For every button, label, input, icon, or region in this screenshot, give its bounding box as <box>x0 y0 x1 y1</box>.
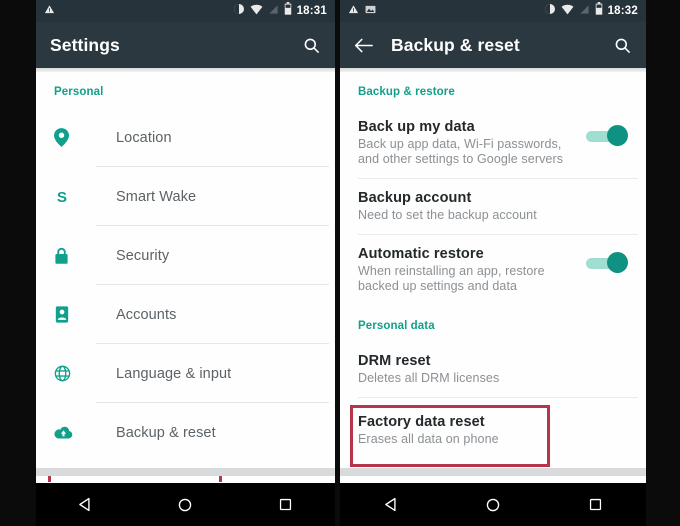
search-icon[interactable] <box>302 36 321 55</box>
list-item-subtitle: Deletes all DRM licenses <box>358 371 500 385</box>
wifi-icon <box>250 2 263 20</box>
toggle-back-up-my-data[interactable] <box>586 125 628 147</box>
list-item-title: Backup account <box>358 190 472 206</box>
page-title: Settings <box>50 34 120 55</box>
right-navigation-bar[interactable] <box>340 482 646 526</box>
sidebar-item-label: Accounts <box>116 306 177 323</box>
recents-square-icon[interactable] <box>565 483 625 526</box>
left-app-bar: Settings <box>36 22 335 68</box>
sidebar-item-label: Location <box>116 129 172 146</box>
section-header-personal: Personal <box>54 86 104 98</box>
right-app-bar: Backup & reset <box>340 22 646 68</box>
list-item-title: Back up my data <box>358 119 475 135</box>
compression-band <box>340 468 646 476</box>
back-arrow-icon[interactable] <box>354 37 373 54</box>
toggle-knob <box>607 252 628 273</box>
right-status-bar: 18:32 <box>340 0 646 22</box>
search-icon[interactable] <box>613 36 632 55</box>
svg-text:S: S <box>57 189 67 206</box>
recents-square-icon[interactable] <box>255 483 315 526</box>
list-item-automatic-restore[interactable]: Automatic restore When reinstalling an a… <box>340 235 646 306</box>
list-item-subtitle: When reinstalling an app, restore backed… <box>358 264 545 293</box>
wifi-icon <box>561 2 574 20</box>
sidebar-item-accounts[interactable]: Accounts <box>36 285 335 344</box>
account-badge-icon <box>54 305 84 324</box>
list-item-factory-data-reset[interactable]: Factory data reset Erases all data on ph… <box>340 398 646 471</box>
sidebar-item-label: Smart Wake <box>116 188 197 205</box>
dnd-icon <box>544 2 556 20</box>
lock-icon <box>54 246 84 265</box>
page-title: Backup & reset <box>391 34 520 55</box>
list-item-back-up-my-data[interactable]: Back up my data Back up app data, Wi-Fi … <box>340 108 646 179</box>
list-item-subtitle: Need to set the backup account <box>358 208 537 222</box>
left-status-bar: 18:31 <box>36 0 335 22</box>
list-item-title: DRM reset <box>358 353 431 369</box>
battery-icon <box>595 2 603 20</box>
sidebar-item-language-input[interactable]: Language & input <box>36 344 335 403</box>
sidebar-item-backup-reset[interactable]: Backup & reset <box>36 403 335 462</box>
left-phone-screen: 18:31 Settings Personal Location S Smart… <box>36 0 335 526</box>
location-pin-icon <box>54 128 84 147</box>
back-triangle-icon[interactable] <box>56 483 116 526</box>
sidebar-item-location[interactable]: Location <box>36 108 335 167</box>
warning-icon <box>44 2 55 20</box>
list-item-subtitle: Back up app data, Wi-Fi passwords, and o… <box>358 137 564 166</box>
list-item-subtitle: Erases all data on phone <box>358 432 499 446</box>
home-circle-icon[interactable] <box>155 483 215 526</box>
battery-icon <box>284 2 292 20</box>
left-settings-list[interactable]: Personal Location S Smart Wake Security … <box>36 72 335 482</box>
backup-reset-list[interactable]: Backup & restore Back up my data Back up… <box>340 72 646 482</box>
signal-icon <box>268 2 279 20</box>
back-triangle-icon[interactable] <box>361 483 421 526</box>
list-item-drm-reset[interactable]: DRM reset Deletes all DRM licenses <box>340 342 646 398</box>
list-item-title: Automatic restore <box>358 246 484 262</box>
smart-wake-s-icon: S <box>54 187 84 206</box>
signal-icon <box>579 2 590 20</box>
left-status-time: 18:31 <box>296 5 327 17</box>
screenshot-icon <box>365 2 376 20</box>
sidebar-item-label: Security <box>116 247 170 264</box>
list-item-title: Factory data reset <box>358 414 485 430</box>
section-header-personal-data: Personal data <box>358 320 435 332</box>
dnd-icon <box>233 2 245 20</box>
sidebar-item-label: Backup & reset <box>116 424 216 441</box>
screenshot-stage: 18:31 Settings Personal Location S Smart… <box>0 0 680 526</box>
right-status-time: 18:32 <box>607 5 638 17</box>
sidebar-item-security[interactable]: Security <box>36 226 335 285</box>
cloud-upload-icon <box>54 425 84 440</box>
sidebar-item-smart-wake[interactable]: S Smart Wake <box>36 167 335 226</box>
section-header-backup-restore: Backup & restore <box>358 86 455 98</box>
toggle-automatic-restore[interactable] <box>586 252 628 274</box>
warning-icon <box>348 2 359 20</box>
list-item-backup-account[interactable]: Backup account Need to set the backup ac… <box>340 179 646 235</box>
sidebar-item-label: Language & input <box>116 365 232 382</box>
home-circle-icon[interactable] <box>463 483 523 526</box>
left-navigation-bar[interactable] <box>36 482 335 526</box>
right-phone-screen: 18:32 Backup & reset Backup & restore Ba… <box>340 0 646 526</box>
toggle-knob <box>607 125 628 146</box>
globe-icon <box>54 365 84 382</box>
compression-band <box>36 468 335 476</box>
